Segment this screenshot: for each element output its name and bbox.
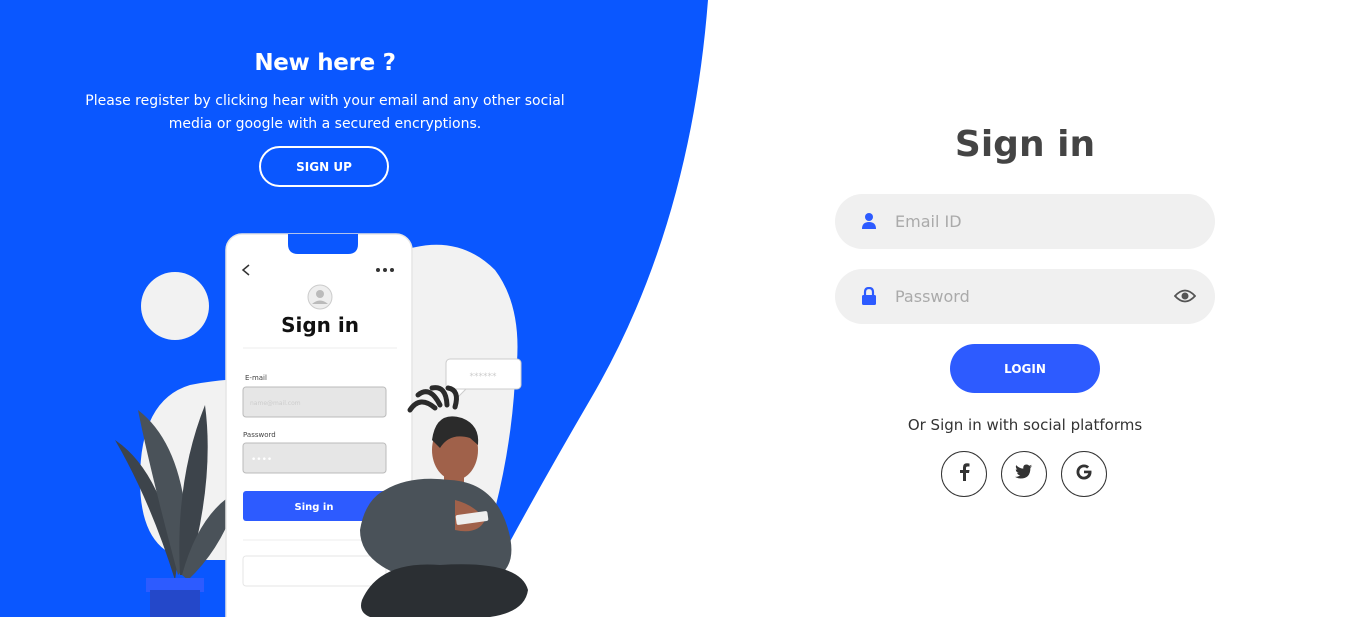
google-button[interactable]: [1061, 451, 1107, 497]
login-button[interactable]: LOGIN: [950, 344, 1100, 393]
password-input[interactable]: [895, 269, 1165, 324]
social-sign-in-text: Or Sign in with social platforms: [907, 416, 1143, 434]
email-input[interactable]: [895, 194, 1165, 249]
phone-password-label: Password: [243, 431, 276, 439]
facebook-button[interactable]: [941, 451, 987, 497]
google-icon: [1075, 463, 1093, 485]
phone-password-value: ••••: [251, 455, 272, 465]
user-icon: [859, 211, 879, 231]
facebook-icon: [957, 463, 971, 485]
bubble-text: ******: [470, 372, 498, 382]
lock-icon: [859, 286, 879, 306]
twitter-icon: [1015, 464, 1033, 484]
sign-in-illustration: Sign in E-mail name@mail.com Password ••…: [115, 233, 528, 617]
email-field[interactable]: [835, 194, 1215, 249]
phone-button-label: Sing in: [295, 502, 334, 513]
sign-in-title: Sign in: [954, 124, 1096, 165]
twitter-button[interactable]: [1001, 451, 1047, 497]
phone-email-placeholder: name@mail.com: [250, 400, 301, 407]
login-page: New here ? Please register by clicking h…: [0, 0, 1366, 617]
decor-circle: [141, 272, 209, 340]
phone-email-label: E-mail: [245, 374, 267, 382]
sign-in-panel: Sign in LOGIN Or Sign in with social pla…: [800, 0, 1250, 617]
show-password-icon[interactable]: [1173, 286, 1197, 306]
phone-sign-in-title: Sign in: [281, 313, 359, 337]
password-field[interactable]: [835, 269, 1215, 324]
